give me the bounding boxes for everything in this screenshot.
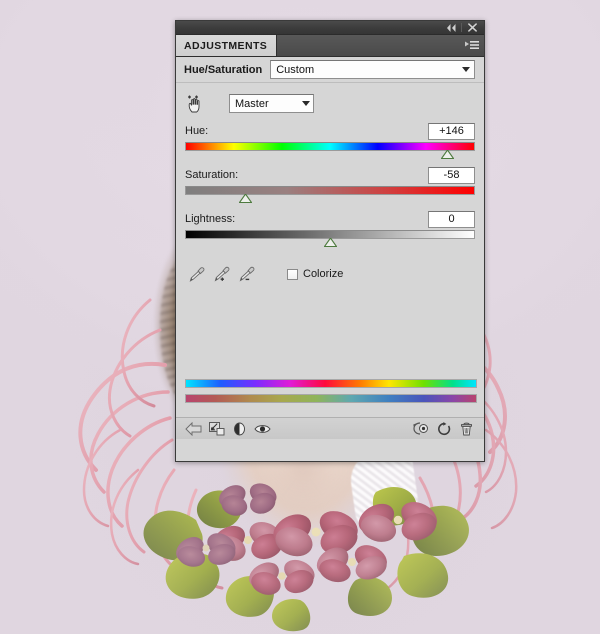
saturation-slider-thumb[interactable] — [238, 193, 253, 204]
tab-adjustments-label: ADJUSTMENTS — [184, 39, 268, 52]
lightness-slider-header: Lightness: 0 — [185, 210, 475, 228]
colorize-checkbox-box[interactable] — [287, 268, 298, 280]
tab-adjustments[interactable]: ADJUSTMENTS — [176, 35, 278, 56]
toggle-layer-visibility-button[interactable] — [251, 420, 274, 438]
saturation-track[interactable] — [185, 186, 475, 195]
original-hue-spectrum — [185, 379, 477, 388]
saturation-label: Saturation: — [185, 169, 239, 181]
toggle-preset-button[interactable] — [228, 420, 251, 438]
delete-adjustment-layer-button[interactable] — [455, 420, 478, 438]
clip-to-layer-button[interactable] — [205, 420, 228, 438]
hue-spectrum-preview — [185, 379, 477, 403]
saturation-slider-group: Saturation: -58 — [176, 166, 484, 204]
adjusted-hue-spectrum — [185, 394, 477, 403]
saturation-value-input[interactable]: -58 — [428, 166, 475, 184]
titlebar-divider — [461, 23, 462, 32]
preset-dropdown[interactable]: Custom — [270, 60, 475, 79]
hue-track-wrap[interactable] — [185, 142, 475, 160]
panel-tab-row: ADJUSTMENTS — [176, 35, 484, 57]
panel-menu-icon[interactable] — [465, 40, 479, 52]
chevron-down-icon — [302, 101, 310, 106]
channel-row: Master — [176, 83, 484, 116]
on-image-adjustment-hand-icon[interactable] — [185, 94, 206, 114]
saturation-slider-header: Saturation: -58 — [185, 166, 475, 184]
panel-bottom-toolbar — [176, 417, 484, 439]
colorize-label: Colorize — [303, 268, 344, 280]
hue-track[interactable] — [185, 142, 475, 151]
return-to-adjustment-list-button[interactable] — [182, 420, 205, 438]
lightness-slider-thumb[interactable] — [322, 237, 338, 248]
eyedropper-plus-icon[interactable] — [210, 264, 232, 284]
hue-slider-header: Hue: +146 — [185, 122, 475, 140]
adjustments-panel: ADJUSTMENTS Hue/Saturation Custom Master… — [175, 20, 485, 462]
view-previous-state-button[interactable] — [409, 420, 432, 438]
hue-slider-group: Hue: +146 — [176, 122, 484, 160]
panel-titlebar — [176, 21, 484, 35]
hue-slider-thumb[interactable] — [440, 149, 455, 160]
lightness-slider-group: Lightness: 0 — [176, 210, 484, 248]
eyedropper-row: Colorize — [176, 263, 484, 285]
channel-dropdown[interactable]: Master — [229, 94, 314, 113]
screenshot-canvas: ADJUSTMENTS Hue/Saturation Custom Master… — [0, 0, 600, 634]
hue-label: Hue: — [185, 125, 209, 137]
hue-value-input[interactable]: +146 — [428, 122, 475, 140]
preset-dropdown-value: Custom — [276, 63, 315, 76]
adjustment-name-label: Hue/Saturation — [184, 63, 263, 76]
saturation-track-wrap[interactable] — [185, 186, 475, 204]
lightness-track-wrap[interactable] — [185, 230, 475, 248]
channel-dropdown-value: Master — [235, 97, 269, 110]
tab-filler — [277, 35, 484, 56]
lightness-label: Lightness: — [185, 213, 236, 225]
chevron-down-icon — [462, 67, 470, 72]
eyedropper-minus-icon[interactable] — [235, 264, 257, 284]
reset-adjustment-button[interactable] — [432, 420, 455, 438]
eyedropper-icon[interactable] — [185, 264, 207, 284]
lightness-value-input[interactable]: 0 — [428, 210, 475, 228]
panel-body: Master Hue: +146 Saturation: -58 Lightne… — [176, 83, 484, 439]
preset-row: Hue/Saturation Custom — [176, 57, 484, 83]
close-x-icon[interactable] — [465, 22, 480, 33]
collapse-double-chevron-icon[interactable] — [444, 22, 459, 33]
colorize-checkbox[interactable]: Colorize — [287, 268, 343, 280]
